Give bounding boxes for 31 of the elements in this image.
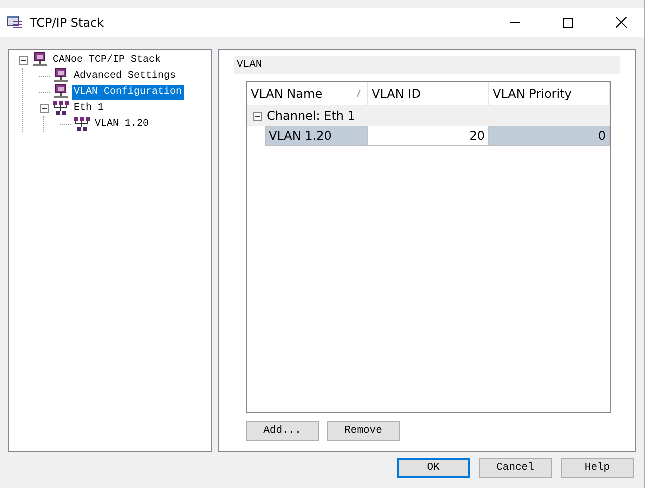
collapse-toggle[interactable] (252, 110, 263, 122)
network-icon (74, 116, 90, 132)
column-header[interactable]: VLAN Name (247, 82, 368, 105)
column-header[interactable]: VLAN ID (368, 82, 489, 105)
dialog-button[interactable]: OK (397, 458, 470, 478)
close-icon (616, 17, 626, 28)
collapse-toggle[interactable] (39, 102, 50, 114)
section-header: VLAN (234, 56, 620, 74)
collapse-toggle[interactable] (18, 54, 29, 66)
panel-button[interactable]: Remove (327, 421, 400, 441)
computer-icon (32, 52, 48, 68)
table-cell: VLAN 1.20 (265, 126, 368, 146)
window-title: TCP/IP Stack (30, 16, 104, 30)
dialog-button[interactable]: Help (561, 458, 634, 478)
computer-icon (53, 68, 69, 84)
tree-item[interactable]: Advanced Settings (72, 68, 178, 84)
dialog-button[interactable]: Cancel (479, 458, 552, 478)
maximize-icon (563, 18, 573, 28)
tree-item[interactable]: Eth 1 (72, 100, 106, 116)
network-icon (53, 100, 69, 116)
table-cell: 0 (489, 126, 610, 146)
window-icon (7, 16, 23, 30)
tree-item[interactable]: VLAN Configuration (72, 84, 184, 100)
tree-item[interactable]: CANoe TCP/IP Stack (51, 52, 164, 68)
computer-icon (53, 84, 69, 100)
column-header[interactable]: VLAN Priority (489, 82, 610, 105)
group-label: Channel: Eth 1 (267, 109, 356, 123)
tree-item[interactable]: VLAN 1.20 (93, 116, 152, 132)
resize-grip-icon (357, 90, 361, 97)
table-cell: 20 (368, 126, 489, 146)
panel-button[interactable]: Add... (246, 421, 319, 441)
